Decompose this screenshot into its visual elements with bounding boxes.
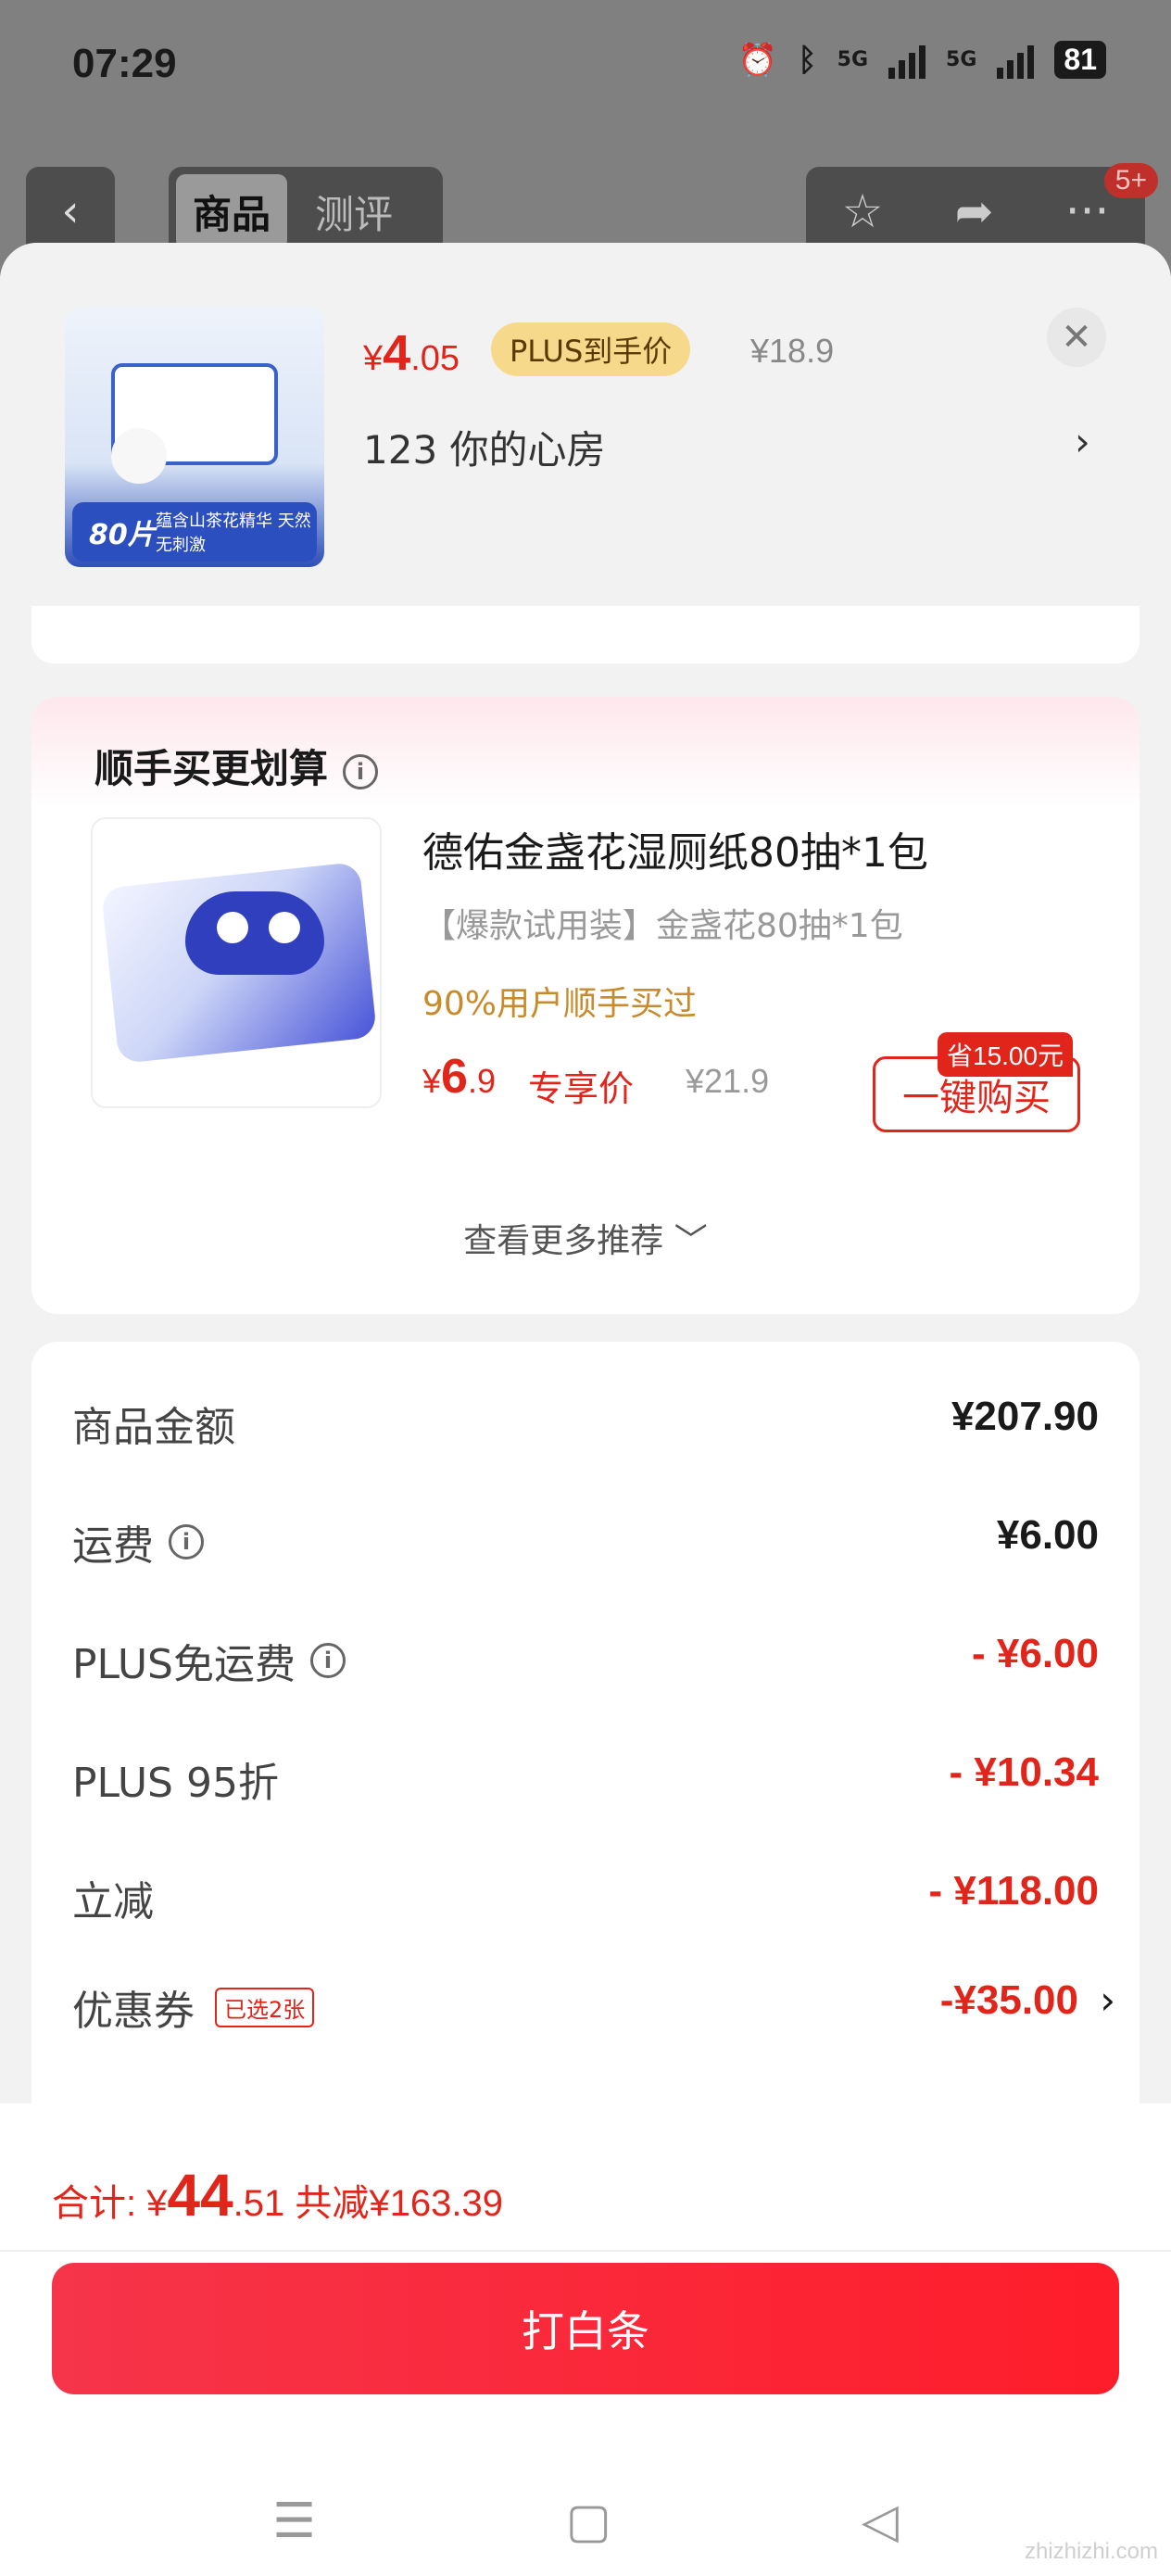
signal-label-2: 5G: [946, 48, 977, 71]
summary-row-coupon[interactable]: 优惠券 已选2张 -¥35.00 ›: [72, 1977, 1115, 2052]
tab-review[interactable]: 测评: [298, 174, 409, 249]
total-int: 44: [167, 2162, 233, 2229]
coupon-chosen-badge: 已选2张: [215, 1987, 315, 2027]
info-icon[interactable]: i: [169, 1524, 204, 1559]
summary-value: ¥207.90: [951, 1394, 1099, 1439]
summary-label: 优惠券 已选2张: [72, 1977, 315, 2037]
thumb-tag: 80片 蕴含山茶花精华 天然无刺激: [72, 502, 317, 562]
summary-label-text: PLUS免运费: [72, 1641, 296, 1688]
chevron-right-icon[interactable]: ›: [1100, 1977, 1115, 2023]
close-icon: ✕: [1061, 316, 1092, 359]
product-thumbnail: 80片 蕴含山茶花精华 天然无刺激: [65, 308, 324, 567]
flower-image: [111, 428, 167, 484]
summary-value: - ¥10.34: [949, 1749, 1099, 1795]
back-triangle-icon[interactable]: ◁: [862, 2494, 899, 2549]
close-button[interactable]: ✕: [1047, 308, 1106, 367]
status-time: 07:29: [72, 41, 177, 86]
message-badge: 5+: [1103, 163, 1158, 198]
summary-value: -¥35.00: [939, 1977, 1078, 2023]
bundle-thumbnail[interactable]: [91, 817, 382, 1108]
system-navigation: ☰ ▢ ◁: [0, 2470, 1171, 2572]
checkout-footer: 合计: ¥44.51 共减¥163.39 打白条 ☰ ▢ ◁ zhizhizhi…: [0, 2103, 1171, 2576]
info-icon[interactable]: i: [310, 1643, 346, 1678]
summary-row-instant-discount: 立减 - ¥118.00: [72, 1868, 1099, 1942]
order-total: 合计: ¥44.51 共减¥163.39: [52, 2161, 503, 2229]
summary-label: PLUS 95折: [72, 1760, 279, 1807]
summary-value: ¥6.00: [996, 1512, 1099, 1558]
pay-button[interactable]: 打白条: [52, 2263, 1119, 2394]
chevron-right-icon[interactable]: ›: [1075, 419, 1090, 464]
bundle-exclusive-label: 专享价: [528, 1068, 635, 1109]
summary-row-goods: 商品金额 ¥207.90: [72, 1394, 1099, 1468]
info-icon[interactable]: i: [343, 753, 379, 789]
product-variant[interactable]: 123 你的心房: [363, 419, 606, 475]
share-icon[interactable]: ➦: [955, 184, 994, 238]
bundle-price-dec: .9: [467, 1062, 496, 1100]
thumb-tag-count: 80片: [89, 519, 156, 551]
bundle-price: ¥6.9: [422, 1049, 496, 1105]
save-tag: 省15.00元: [938, 1032, 1074, 1077]
summary-label-text: 优惠券: [72, 1988, 195, 2035]
product-price-int: 4: [383, 325, 411, 381]
penguin-eye-left: [217, 912, 248, 943]
bundle-original-price: ¥21.9: [686, 1062, 770, 1100]
battery-level: 81: [1054, 41, 1106, 79]
summary-row-plus-shipping: PLUS免运费 i - ¥6.00: [72, 1631, 1099, 1705]
status-icons: ⏰ ᛒ 5G 5G 81: [738, 41, 1106, 79]
signal-bars-1-icon: [888, 42, 926, 79]
thumb-tag-text: 蕴含山茶花精华 天然无刺激: [156, 511, 311, 555]
penguin-image: [185, 891, 324, 975]
bundle-card: 顺手买更划算 i 德佑金盏花湿厕纸80抽*1包 【爆款试用装】金盏花80抽*1包 …: [31, 697, 1140, 1314]
summary-label: PLUS免运费 i: [72, 1631, 346, 1690]
bundle-note: 90%用户顺手买过: [422, 985, 698, 1023]
home-icon[interactable]: ▢: [566, 2494, 611, 2549]
footer-divider: [0, 2250, 1171, 2252]
alarm-icon: ⏰: [737, 41, 778, 79]
plus-price-badge: PLUS到手价: [491, 322, 691, 376]
penguin-eye-right: [269, 912, 300, 943]
sheet-header: 80片 蕴含山茶花精华 天然无刺激 ¥4.05 PLUS到手价 ¥18.9 ✕ …: [0, 243, 1171, 606]
summary-label: 立减: [72, 1878, 154, 1926]
bundle-price-currency: ¥: [422, 1062, 442, 1100]
summary-label: 运费 i: [72, 1512, 204, 1572]
signal-bars-2-icon: [997, 42, 1035, 79]
bundle-title-text: 顺手买更划算: [94, 746, 329, 791]
address-strip: [31, 606, 1140, 663]
bluetooth-icon: ᛒ: [798, 41, 817, 79]
checkout-sheet: 80片 蕴含山茶花精华 天然无刺激 ¥4.05 PLUS到手价 ¥18.9 ✕ …: [0, 243, 1171, 2576]
bundle-price-int: 6: [441, 1050, 468, 1104]
total-dec: .51: [233, 2183, 285, 2224]
product-price-currency: ¥: [363, 339, 384, 378]
signal-label-1: 5G: [837, 48, 869, 71]
summary-label-text: 运费: [72, 1522, 154, 1570]
product-price-dec: .05: [410, 339, 460, 378]
total-label: 合计: ¥: [52, 2183, 168, 2224]
product-price: ¥4.05: [363, 324, 460, 382]
summary-label: 商品金额: [72, 1404, 235, 1451]
total-saved: 共减¥163.39: [295, 2183, 503, 2224]
bundle-title: 顺手买更划算 i: [94, 738, 379, 794]
status-bar: 07:29 ⏰ ᛒ 5G 5G 81: [0, 0, 1171, 139]
bundle-product-name[interactable]: 德佑金盏花湿厕纸80抽*1包: [422, 819, 928, 878]
summary-value: - ¥6.00: [972, 1631, 1099, 1676]
bundle-product-subtitle: 【爆款试用装】金盏花80抽*1包: [422, 907, 903, 945]
menu-icon[interactable]: ☰: [272, 2494, 316, 2549]
tab-product[interactable]: 商品: [176, 173, 288, 249]
back-icon: ‹: [61, 185, 80, 237]
more-recommendations-link[interactable]: 查看更多推荐 ﹀: [31, 1214, 1140, 1262]
summary-row-plus-discount: PLUS 95折 - ¥10.34: [72, 1749, 1099, 1824]
product-original-price: ¥18.9: [750, 332, 835, 370]
more-icon[interactable]: ···: [1065, 184, 1110, 238]
watermark: zhizhizhi.com: [1024, 2539, 1158, 2564]
summary-row-shipping: 运费 i ¥6.00: [72, 1512, 1099, 1586]
star-icon[interactable]: ☆: [842, 184, 884, 238]
summary-value: - ¥118.00: [928, 1868, 1100, 1913]
